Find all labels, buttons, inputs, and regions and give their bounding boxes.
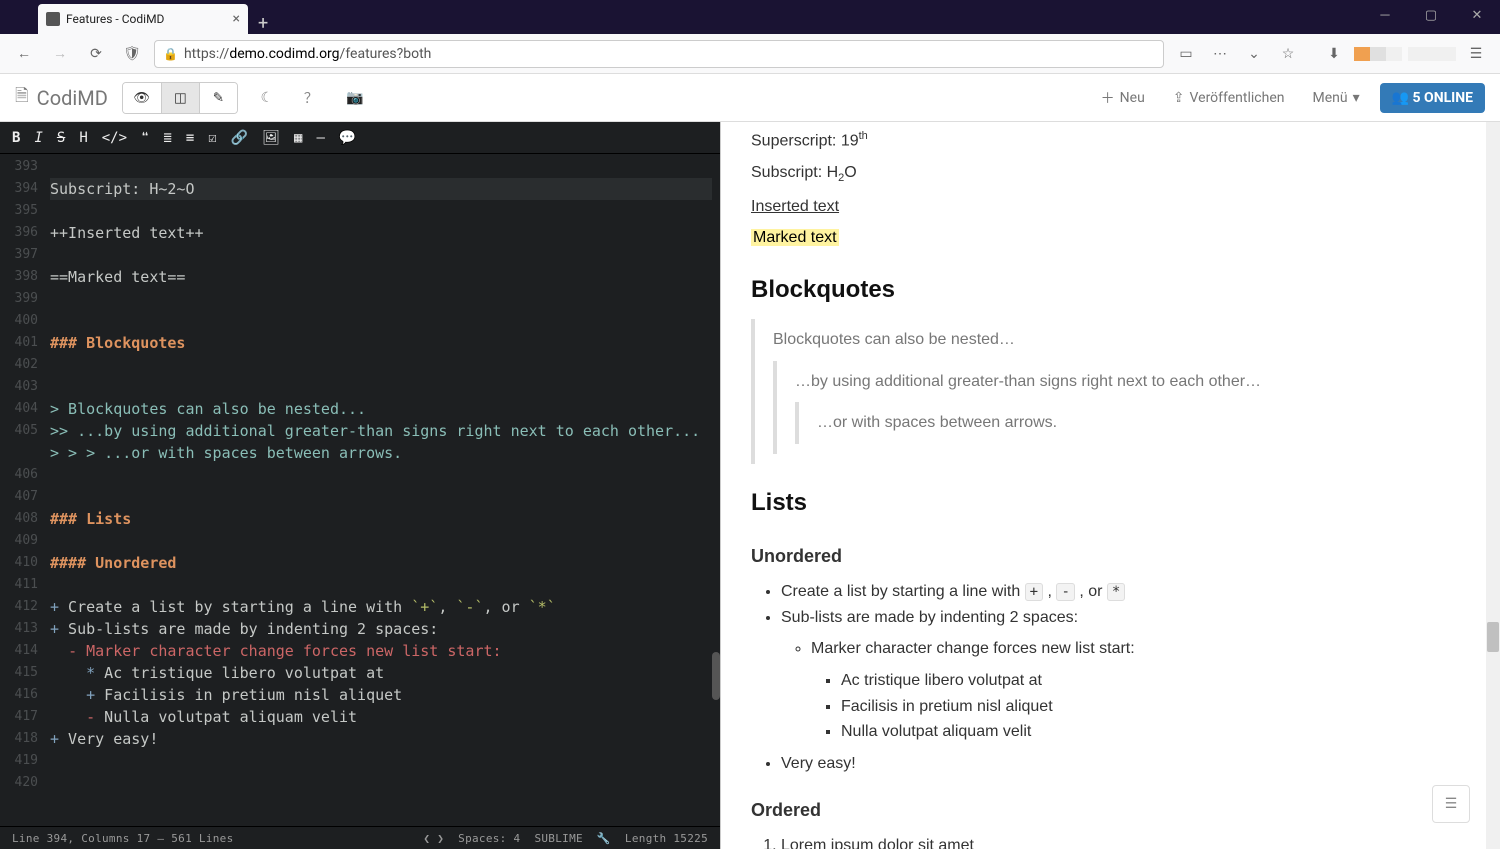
share-icon: ⇪	[1173, 90, 1185, 106]
help-icon[interactable]: ？	[296, 83, 326, 113]
lock-icon: 🔒	[163, 47, 178, 61]
italic-icon[interactable]: I	[34, 130, 42, 146]
tab-close-icon[interactable]: ×	[233, 11, 240, 27]
tab-title: Features - CodiMD	[66, 12, 227, 26]
toc-button[interactable]: ☰	[1432, 785, 1470, 823]
ul-icon[interactable]: ≣	[163, 130, 171, 146]
new-button[interactable]: ＋Neu	[1093, 83, 1153, 113]
window-close[interactable]: ✕	[1454, 0, 1500, 30]
blockquote-3: …or with spaces between arrows.	[795, 402, 1456, 444]
view-mode-view[interactable]: 👁	[123, 83, 161, 113]
downloads-icon[interactable]: ⬇	[1320, 40, 1348, 68]
chevron-down-icon: ▾	[1353, 90, 1360, 106]
list-item: Sub-lists are made by indenting 2 spaces…	[781, 605, 1456, 745]
heading-lists: Lists	[751, 484, 1456, 522]
hr-icon[interactable]: —	[316, 130, 324, 146]
view-mode-edit[interactable]: ✎	[199, 83, 237, 113]
checkbox-icon[interactable]: ☑	[208, 130, 216, 146]
hamburger-menu-icon[interactable]: ☰	[1462, 40, 1490, 68]
table-icon[interactable]: ▦	[294, 130, 302, 146]
pocket-icon[interactable]: ⌄	[1240, 40, 1268, 68]
status-chevron[interactable]: ❮ ❯	[423, 832, 444, 845]
editor-body[interactable]: 393394395396397398399400401402403404405 …	[0, 154, 720, 826]
heading-blockquotes: Blockquotes	[751, 271, 1456, 309]
brand-label: CodiMD	[37, 86, 108, 110]
unordered-list: Create a list by starting a line with + …	[751, 579, 1456, 776]
night-mode-icon[interactable]: ☾	[252, 83, 282, 113]
editor-toolbar: B I S H </> ❝ ≣ ≡ ☑ 🔗 🖼 ▦ — 💬	[0, 122, 720, 154]
preview-inserted: Inserted text	[751, 198, 839, 215]
comment-icon[interactable]: 💬	[339, 130, 356, 146]
url-input[interactable]: 🔒 https://demo.codimd.org/features?both	[154, 40, 1164, 68]
quote-icon[interactable]: ❝	[141, 130, 149, 146]
status-length: Length 15225	[625, 832, 708, 845]
addon2-icon[interactable]	[1408, 47, 1456, 61]
status-wrench-icon[interactable]: 🔧	[597, 832, 611, 845]
ol-icon[interactable]: ≡	[186, 130, 194, 146]
file-icon: 🗎	[15, 83, 29, 112]
preview-scrollbar[interactable]	[1486, 122, 1500, 849]
app-toolbar: 🗎 CodiMD 👁 ◫ ✎ ☾ ？ 📷 ＋Neu ⇪Veröffentlich…	[0, 74, 1500, 122]
workspace: B I S H </> ❝ ≣ ≡ ☑ 🔗 🖼 ▦ — 💬 3933943953…	[0, 122, 1500, 849]
link-icon[interactable]: 🔗	[231, 130, 248, 146]
url-text: https://demo.codimd.org/features?both	[184, 46, 431, 62]
list-item: Marker character change forces new list …	[811, 636, 1456, 744]
camera-icon[interactable]: 📷	[340, 83, 370, 113]
plus-icon: ＋	[1101, 88, 1115, 108]
view-mode-both[interactable]: ◫	[161, 83, 199, 113]
editor-pane: B I S H </> ❝ ≣ ≡ ☑ 🔗 🖼 ▦ — 💬 3933943953…	[0, 122, 720, 849]
list-item: Nulla volutpat aliquam velit	[841, 719, 1456, 745]
editor-statusbar: Line 394, Columns 17 — 561 Lines ❮ ❯ Spa…	[0, 826, 720, 849]
status-cursor: Line 394, Columns 17 — 561 Lines	[12, 832, 234, 845]
menu-dropdown[interactable]: Menü ▾	[1304, 85, 1367, 111]
list-item: Very easy!	[781, 751, 1456, 777]
nav-back-icon[interactable]: ←	[10, 40, 38, 68]
new-tab-button[interactable]: +	[248, 13, 278, 34]
brand[interactable]: 🗎 CodiMD	[15, 83, 108, 112]
tab-favicon-icon	[46, 12, 60, 26]
editor-code[interactable]: Subscript: H~2~O ++Inserted text++ ==Mar…	[50, 154, 720, 826]
status-spaces[interactable]: Spaces: 4	[458, 832, 520, 845]
status-keymap[interactable]: SUBLIME	[534, 832, 582, 845]
view-mode-toggle: 👁 ◫ ✎	[122, 82, 238, 114]
list-item: Create a list by starting a line with + …	[781, 579, 1456, 605]
reader-mode-icon[interactable]: ▭	[1172, 40, 1200, 68]
blockquote-1: Blockquotes can also be nested… …by usin…	[751, 319, 1456, 464]
heading-unordered: Unordered	[751, 542, 1456, 571]
nav-reload-icon[interactable]: ⟳	[82, 40, 110, 68]
list-item: Ac tristique libero volutpat at	[841, 668, 1456, 694]
publish-button[interactable]: ⇪Veröffentlichen	[1165, 85, 1293, 111]
browser-tab[interactable]: Features - CodiMD ×	[38, 4, 248, 34]
page-actions-icon[interactable]: ⋯	[1206, 40, 1234, 68]
window-maximize[interactable]: ▢	[1408, 0, 1454, 30]
addon-icon[interactable]	[1354, 47, 1402, 61]
permissions-icon[interactable]: 🛡	[118, 40, 146, 68]
preview-subscript: Subscript: H2O	[751, 160, 1456, 188]
preview-content[interactable]: Superscript: 19th Subscript: H2O Inserte…	[721, 122, 1486, 849]
editor-scrollbar[interactable]	[712, 652, 720, 700]
preview-pane: Superscript: 19th Subscript: H2O Inserte…	[720, 122, 1500, 849]
preview-marked: Marked text	[751, 229, 839, 246]
ordered-list: Lorem ipsum dolor sit amet Consectetur a…	[751, 833, 1456, 849]
list-item: Facilisis in pretium nisl aliquet	[841, 694, 1456, 720]
image-icon[interactable]: 🖼	[262, 130, 280, 146]
preview-superscript: Superscript: 19th	[751, 128, 1456, 154]
bold-icon[interactable]: B	[12, 130, 20, 146]
heading-icon[interactable]: H	[79, 130, 87, 146]
list-item: Lorem ipsum dolor sit amet	[781, 833, 1456, 849]
bookmark-star-icon[interactable]: ☆	[1274, 40, 1302, 68]
strike-icon[interactable]: S	[57, 130, 65, 146]
online-button[interactable]: 👥 5 ONLINE	[1380, 83, 1485, 113]
code-icon[interactable]: </>	[102, 130, 127, 146]
browser-chrome: ─ ▢ ✕ Features - CodiMD × + ← → ⟳ 🛡 🔒 ht…	[0, 0, 1500, 74]
heading-ordered: Ordered	[751, 796, 1456, 825]
users-icon: 👥	[1392, 90, 1413, 106]
blockquote-2: …by using additional greater-than signs …	[773, 361, 1456, 454]
editor-gutter: 393394395396397398399400401402403404405 …	[0, 154, 50, 826]
window-minimize[interactable]: ─	[1362, 0, 1408, 30]
nav-forward-icon[interactable]: →	[46, 40, 74, 68]
